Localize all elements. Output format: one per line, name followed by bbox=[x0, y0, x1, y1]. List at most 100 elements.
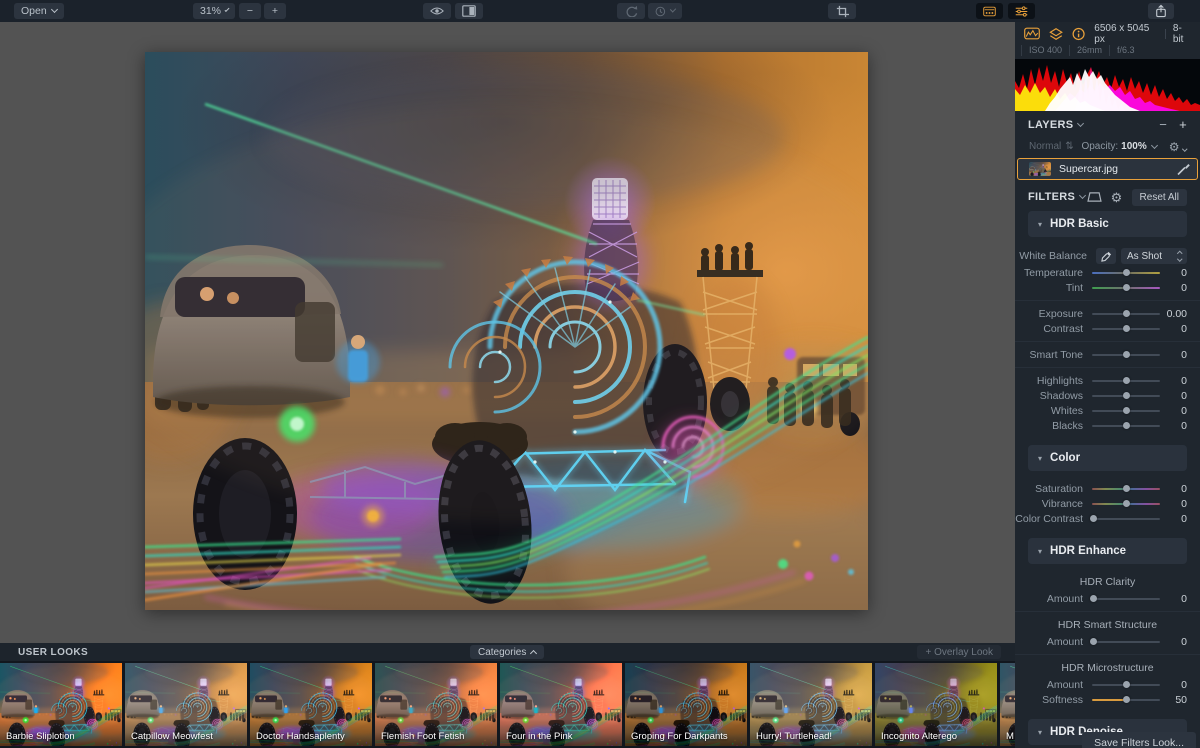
look-name: Flemish Foot Fetish bbox=[381, 731, 464, 742]
filter-group-heading: HDR Smart Structure bbox=[1015, 617, 1200, 634]
look-name: Incognito Alterego bbox=[881, 731, 957, 742]
info-tab-icon[interactable] bbox=[1072, 27, 1085, 41]
mask-icon[interactable] bbox=[1087, 191, 1102, 203]
histogram bbox=[1015, 59, 1200, 111]
filter-section-header[interactable]: ▾Color bbox=[1028, 445, 1187, 471]
slider-track[interactable] bbox=[1092, 328, 1160, 330]
slider-label: Shadows bbox=[1015, 390, 1092, 402]
undo-button[interactable] bbox=[617, 3, 645, 19]
reset-all-button[interactable]: Reset All bbox=[1132, 189, 1187, 206]
histogram-tab-icon[interactable] bbox=[1024, 27, 1040, 40]
slider-label: Color Contrast bbox=[1015, 513, 1092, 525]
slider-row: Color Contrast0 bbox=[1015, 511, 1200, 526]
look-thumbnail[interactable]: Four in the Pink bbox=[500, 663, 622, 746]
white-balance-dropper-button[interactable] bbox=[1096, 248, 1116, 264]
slider-label: Saturation bbox=[1015, 483, 1092, 495]
slider-value: 0 bbox=[1160, 498, 1187, 510]
look-thumbnail[interactable]: Doctor Handsaplenty bbox=[250, 663, 372, 746]
filter-group: Saturation0Vibrance0Color Contrast0 bbox=[1015, 476, 1200, 531]
filters-panel-toggle[interactable] bbox=[1008, 3, 1035, 19]
top-toolbar: Open 31% − + bbox=[0, 0, 1200, 22]
compare-button[interactable] bbox=[455, 3, 483, 19]
slider-knob[interactable] bbox=[1123, 696, 1130, 703]
slider-row: Contrast0 bbox=[1015, 321, 1200, 336]
slider-knob[interactable] bbox=[1090, 515, 1097, 522]
slider-knob[interactable] bbox=[1123, 392, 1130, 399]
slider-track[interactable] bbox=[1092, 488, 1160, 490]
preview-toggle-button[interactable] bbox=[423, 3, 451, 19]
open-button[interactable]: Open bbox=[14, 3, 64, 19]
look-thumbnail[interactable]: Incognito Alterego bbox=[875, 663, 997, 746]
slider-track[interactable] bbox=[1092, 503, 1160, 505]
add-layer-button[interactable]: + bbox=[1179, 118, 1187, 131]
slider-track[interactable] bbox=[1092, 410, 1160, 412]
slider-track[interactable] bbox=[1092, 313, 1160, 315]
slider-knob[interactable] bbox=[1123, 485, 1130, 492]
slider-track[interactable] bbox=[1092, 354, 1160, 356]
look-thumbnail[interactable]: Hurry! Turtlehead! bbox=[750, 663, 872, 746]
slider-knob[interactable] bbox=[1123, 325, 1130, 332]
slider-knob[interactable] bbox=[1123, 351, 1130, 358]
exif-item: f/6.3 bbox=[1109, 45, 1142, 56]
save-filters-look-button[interactable]: Save Filters Look... bbox=[1082, 732, 1196, 748]
look-thumbnail[interactable]: Barbie Sliplotion bbox=[0, 663, 122, 746]
slider-knob[interactable] bbox=[1123, 310, 1130, 317]
opacity-value[interactable]: 100% bbox=[1121, 141, 1147, 152]
slider-knob[interactable] bbox=[1123, 681, 1130, 688]
look-thumbnail[interactable]: Flemish Foot Fetish bbox=[375, 663, 497, 746]
slider-track[interactable] bbox=[1092, 425, 1160, 427]
slider-knob[interactable] bbox=[1123, 377, 1130, 384]
layers-tab-icon[interactable] bbox=[1049, 27, 1063, 41]
look-thumbnail[interactable]: M bbox=[1000, 663, 1015, 746]
undo-icon bbox=[625, 5, 638, 17]
slider-track[interactable] bbox=[1092, 395, 1160, 397]
zoom-out-button[interactable]: − bbox=[239, 3, 261, 19]
white-balance-select[interactable]: As Shot bbox=[1121, 248, 1187, 264]
export-button[interactable] bbox=[1148, 3, 1174, 19]
slider-row: Vibrance0 bbox=[1015, 496, 1200, 511]
slider-knob[interactable] bbox=[1123, 284, 1130, 291]
separator bbox=[1165, 29, 1166, 39]
look-thumbnail[interactable]: Groping For Darkpants bbox=[625, 663, 747, 746]
edit-mask-brush-icon[interactable] bbox=[1176, 162, 1191, 176]
slider-track[interactable] bbox=[1092, 684, 1160, 686]
filter-section-header[interactable]: ▾HDR Basic bbox=[1028, 211, 1187, 237]
look-thumbnail[interactable]: Catpillow Meowfest bbox=[125, 663, 247, 746]
slider-knob[interactable] bbox=[1123, 407, 1130, 414]
slider-knob[interactable] bbox=[1090, 595, 1097, 602]
remove-layer-button[interactable]: − bbox=[1159, 118, 1167, 131]
filter-section-header[interactable]: ▾HDR Enhance bbox=[1028, 538, 1187, 564]
looks-panel-toggle[interactable] bbox=[976, 3, 1003, 19]
layer-settings-gear[interactable]: ⚙ bbox=[1169, 140, 1186, 154]
slider-track[interactable] bbox=[1092, 287, 1160, 289]
filter-settings-gear[interactable]: ⚙ bbox=[1111, 191, 1123, 204]
slider-track[interactable] bbox=[1092, 699, 1160, 701]
slider-value: 0 bbox=[1160, 483, 1187, 495]
before-after-split-icon bbox=[462, 5, 476, 17]
overlay-look-button[interactable]: + Overlay Look bbox=[917, 645, 1001, 659]
blend-mode-select[interactable]: Normal bbox=[1029, 141, 1061, 152]
edited-photo-canvas[interactable] bbox=[145, 52, 868, 610]
looks-strip-icon bbox=[983, 5, 996, 18]
filter-section-title: HDR Enhance bbox=[1050, 545, 1126, 557]
slider-row: Highlights0 bbox=[1015, 373, 1200, 388]
zoom-in-button[interactable]: + bbox=[264, 3, 286, 19]
filters-header: FILTERS ⚙ Reset All bbox=[1015, 185, 1200, 209]
crop-button[interactable] bbox=[828, 3, 856, 19]
slider-knob[interactable] bbox=[1090, 638, 1097, 645]
slider-track[interactable] bbox=[1092, 598, 1160, 600]
slider-knob[interactable] bbox=[1123, 422, 1130, 429]
slider-track[interactable] bbox=[1092, 272, 1160, 274]
slider-track[interactable] bbox=[1092, 518, 1160, 520]
categories-dropdown[interactable]: Categories bbox=[470, 645, 544, 659]
slider-track[interactable] bbox=[1092, 641, 1160, 643]
slider-knob[interactable] bbox=[1123, 500, 1130, 507]
layer-item-selected[interactable]: Supercar.jpg bbox=[1017, 158, 1198, 180]
history-button[interactable] bbox=[648, 3, 682, 19]
slider-value: 0 bbox=[1160, 323, 1187, 335]
slider-knob[interactable] bbox=[1123, 269, 1130, 276]
slider-label: Highlights bbox=[1015, 375, 1092, 387]
slider-track[interactable] bbox=[1092, 380, 1160, 382]
zoom-level-dropdown[interactable]: 31% bbox=[193, 3, 235, 19]
user-looks-header: USER LOOKS Categories + Overlay Look bbox=[0, 643, 1015, 661]
